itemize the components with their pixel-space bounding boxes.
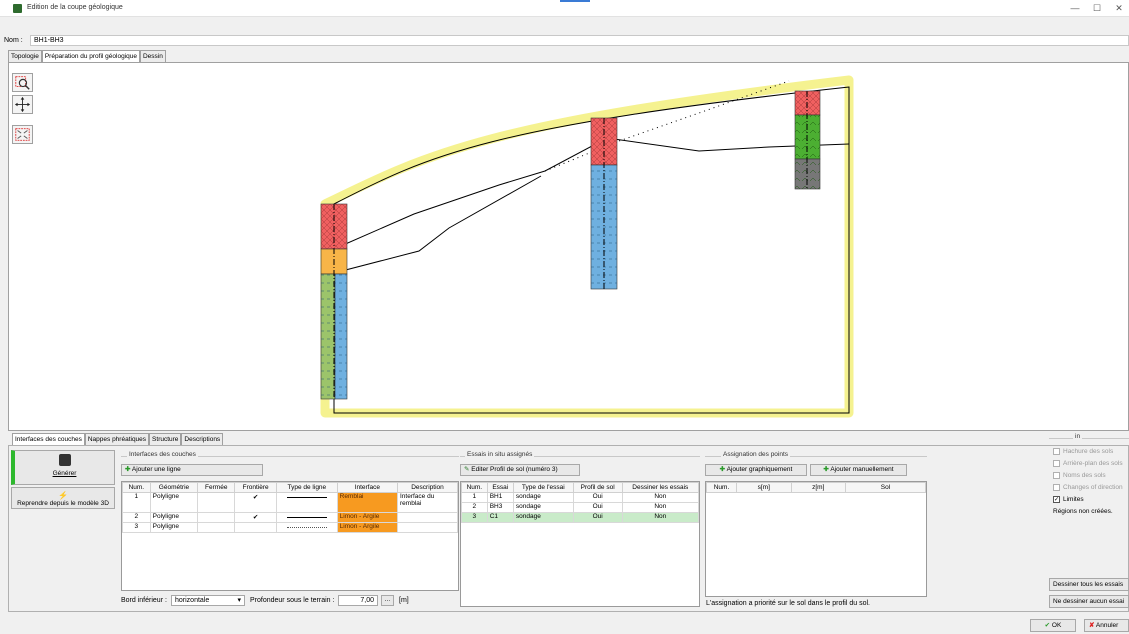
plus-icon: ✚ xyxy=(125,466,131,473)
checkbox-icon xyxy=(1053,484,1060,491)
chevron-down-icon: ▾ xyxy=(237,597,241,604)
col-dessiner-essais[interactable]: Dessiner les essais xyxy=(621,482,700,493)
generate-label: Générer xyxy=(52,470,77,477)
points-note: L'assignation a priorité sur le sol dans… xyxy=(706,600,870,607)
col-frontiere[interactable]: Frontière xyxy=(234,482,278,493)
add-manually-button[interactable]: ✚ Ajouter manuellement xyxy=(810,464,907,476)
dialog-footer: ✔ OK ✘ Annuler xyxy=(0,612,1129,634)
add-row-button[interactable]: ✚ Ajouter une ligne xyxy=(121,464,263,476)
draw-all-tests-button[interactable]: Dessiner tous les essais xyxy=(1049,578,1129,591)
line-type-dotted xyxy=(276,522,338,533)
plus-icon: ✚ xyxy=(719,466,726,473)
app-logo-icon xyxy=(13,4,22,13)
geological-section-drawing xyxy=(320,75,854,418)
tab-topologie[interactable]: Topologie xyxy=(8,50,42,62)
col-type-ligne[interactable]: Type de ligne xyxy=(276,482,338,493)
table-row[interactable]: 2 BH3 sondage Oui Non xyxy=(461,502,700,513)
depth-browse-button[interactable]: ... xyxy=(381,595,394,606)
ok-button[interactable]: ✔ OK xyxy=(1030,619,1076,632)
table-row[interactable]: 2 Polyligne ✔ Limon - Argile xyxy=(122,512,458,523)
close-button[interactable]: ✕ xyxy=(1112,2,1126,14)
table-row-selected[interactable]: 3 C1 sondage Oui Non xyxy=(461,512,700,523)
interfaces-group-title: Interfaces des couches xyxy=(127,451,198,458)
rebuild-3d-label: Reprendre depuis le modèle 3D xyxy=(17,500,109,507)
bottom-edge-label: Bord inférieur : xyxy=(121,597,167,604)
lightning-icon: ⚡ xyxy=(58,491,68,500)
bottom-tabs: Interfaces des couches Nappes phréatique… xyxy=(12,433,224,446)
add-row-label: Ajouter une ligne xyxy=(131,466,181,473)
col-type-essai[interactable]: Type de l'essai xyxy=(512,482,574,493)
edit-soil-profile-button[interactable]: ✎ Editer Profil de sol (numéro 3) xyxy=(460,464,580,476)
col-num[interactable]: Num. xyxy=(122,482,151,493)
regions-status: Régions non créées. xyxy=(1053,508,1113,515)
depth-unit: [m] xyxy=(399,597,409,604)
checkbox-icon xyxy=(1053,448,1060,455)
depth-input[interactable]: 7,00 xyxy=(338,595,378,606)
minimize-button[interactable]: — xyxy=(1068,2,1082,14)
generate-icon xyxy=(58,454,71,466)
borehole-bh3 xyxy=(590,117,618,290)
option-noms-sols[interactable]: Noms des sols xyxy=(1053,472,1106,479)
tests-group-title: Essais in situ assignés xyxy=(465,451,535,458)
bottom-panel: Générer ⚡ Reprendre depuis le modèle 3D … xyxy=(8,433,1129,612)
option-changes-direction[interactable]: Changes of direction xyxy=(1053,484,1123,491)
points-table[interactable]: Num. s[m] z[m] Sol xyxy=(705,481,927,597)
title-accent xyxy=(560,0,590,2)
plus-icon: ✚ xyxy=(823,466,829,473)
edit-pencil-icon: ✎ xyxy=(464,466,470,473)
top-tabs: Topologie Préparation du profil géologiq… xyxy=(8,50,166,63)
points-group-title: Assignation des points xyxy=(721,451,791,458)
name-bar: Nom : BH1-BH3 xyxy=(0,17,1129,47)
window-title: Edition de la coupe géologique xyxy=(27,4,123,11)
checkbox-icon xyxy=(1053,460,1060,467)
drawing-canvas[interactable] xyxy=(8,62,1129,431)
interfaces-table[interactable]: Num. Géométrie Fermée Frontière Type de … xyxy=(121,481,459,591)
depth-label: Profondeur sous le terrain : xyxy=(250,597,335,604)
right-group-title: in xyxy=(1073,433,1083,440)
col-description[interactable]: Description xyxy=(397,482,458,493)
col-essai[interactable]: Essai xyxy=(486,482,514,493)
col-num[interactable]: Num. xyxy=(706,482,737,493)
table-row[interactable]: 1 BH1 sondage Oui Non xyxy=(461,492,700,503)
checkmark-icon: ✓ xyxy=(1053,496,1060,503)
tab-nappes-phreatiques[interactable]: Nappes phréatiques xyxy=(84,433,150,445)
cross-icon: ✘ xyxy=(1089,622,1095,629)
borehole-bh1 xyxy=(320,203,348,400)
bottom-edge-select[interactable]: horizontale ▾ xyxy=(171,595,245,606)
checkbox-icon xyxy=(1053,472,1060,479)
col-num[interactable]: Num. xyxy=(461,482,488,493)
option-arriere-plan[interactable]: Arrière-plan des sols xyxy=(1053,460,1123,467)
table-row[interactable]: 3 Polyligne Limon - Argile xyxy=(122,522,458,533)
tab-descriptions[interactable]: Descriptions xyxy=(181,433,224,445)
tab-structure[interactable]: Structure xyxy=(149,433,182,445)
selection-highlight xyxy=(320,75,854,418)
option-hachure[interactable]: Hachure des sols xyxy=(1053,448,1113,455)
col-sol[interactable]: Sol xyxy=(845,482,926,493)
col-z[interactable]: z[m] xyxy=(790,482,846,493)
maximize-button[interactable]: ☐ xyxy=(1090,2,1104,14)
interface-line-2 xyxy=(333,175,542,274)
draw-no-tests-button[interactable]: Ne dessiner aucun essai xyxy=(1049,595,1129,608)
title-bar: Edition de la coupe géologique — ☐ ✕ xyxy=(0,0,1129,17)
col-profil-sol[interactable]: Profil de sol xyxy=(572,482,623,493)
generate-button[interactable]: Générer xyxy=(11,450,115,485)
table-row[interactable]: 1 Polyligne ✔ Remblai Interface du rembl… xyxy=(122,492,458,513)
col-interface[interactable]: Interface xyxy=(336,482,399,493)
tab-dessin[interactable]: Dessin xyxy=(139,50,166,62)
name-label: Nom : xyxy=(4,37,23,44)
option-limites[interactable]: ✓ Limites xyxy=(1053,496,1084,503)
col-s[interactable]: s[m] xyxy=(736,482,792,493)
line-type-solid xyxy=(276,492,338,513)
add-graphically-button[interactable]: ✚ Ajouter graphiquement xyxy=(705,464,807,476)
col-geometrie[interactable]: Géométrie xyxy=(149,482,199,493)
rebuild-3d-button[interactable]: ⚡ Reprendre depuis le modèle 3D xyxy=(11,487,115,509)
line-type-solid xyxy=(276,512,338,523)
check-icon: ✔ xyxy=(1044,622,1051,629)
borehole-c1 xyxy=(794,90,821,190)
col-fermee[interactable]: Fermée xyxy=(197,482,236,493)
name-input[interactable]: BH1-BH3 xyxy=(30,35,1129,46)
tests-table[interactable]: Num. Essai Type de l'essai Profil de sol… xyxy=(460,481,700,607)
cancel-button[interactable]: ✘ Annuler xyxy=(1084,619,1129,632)
